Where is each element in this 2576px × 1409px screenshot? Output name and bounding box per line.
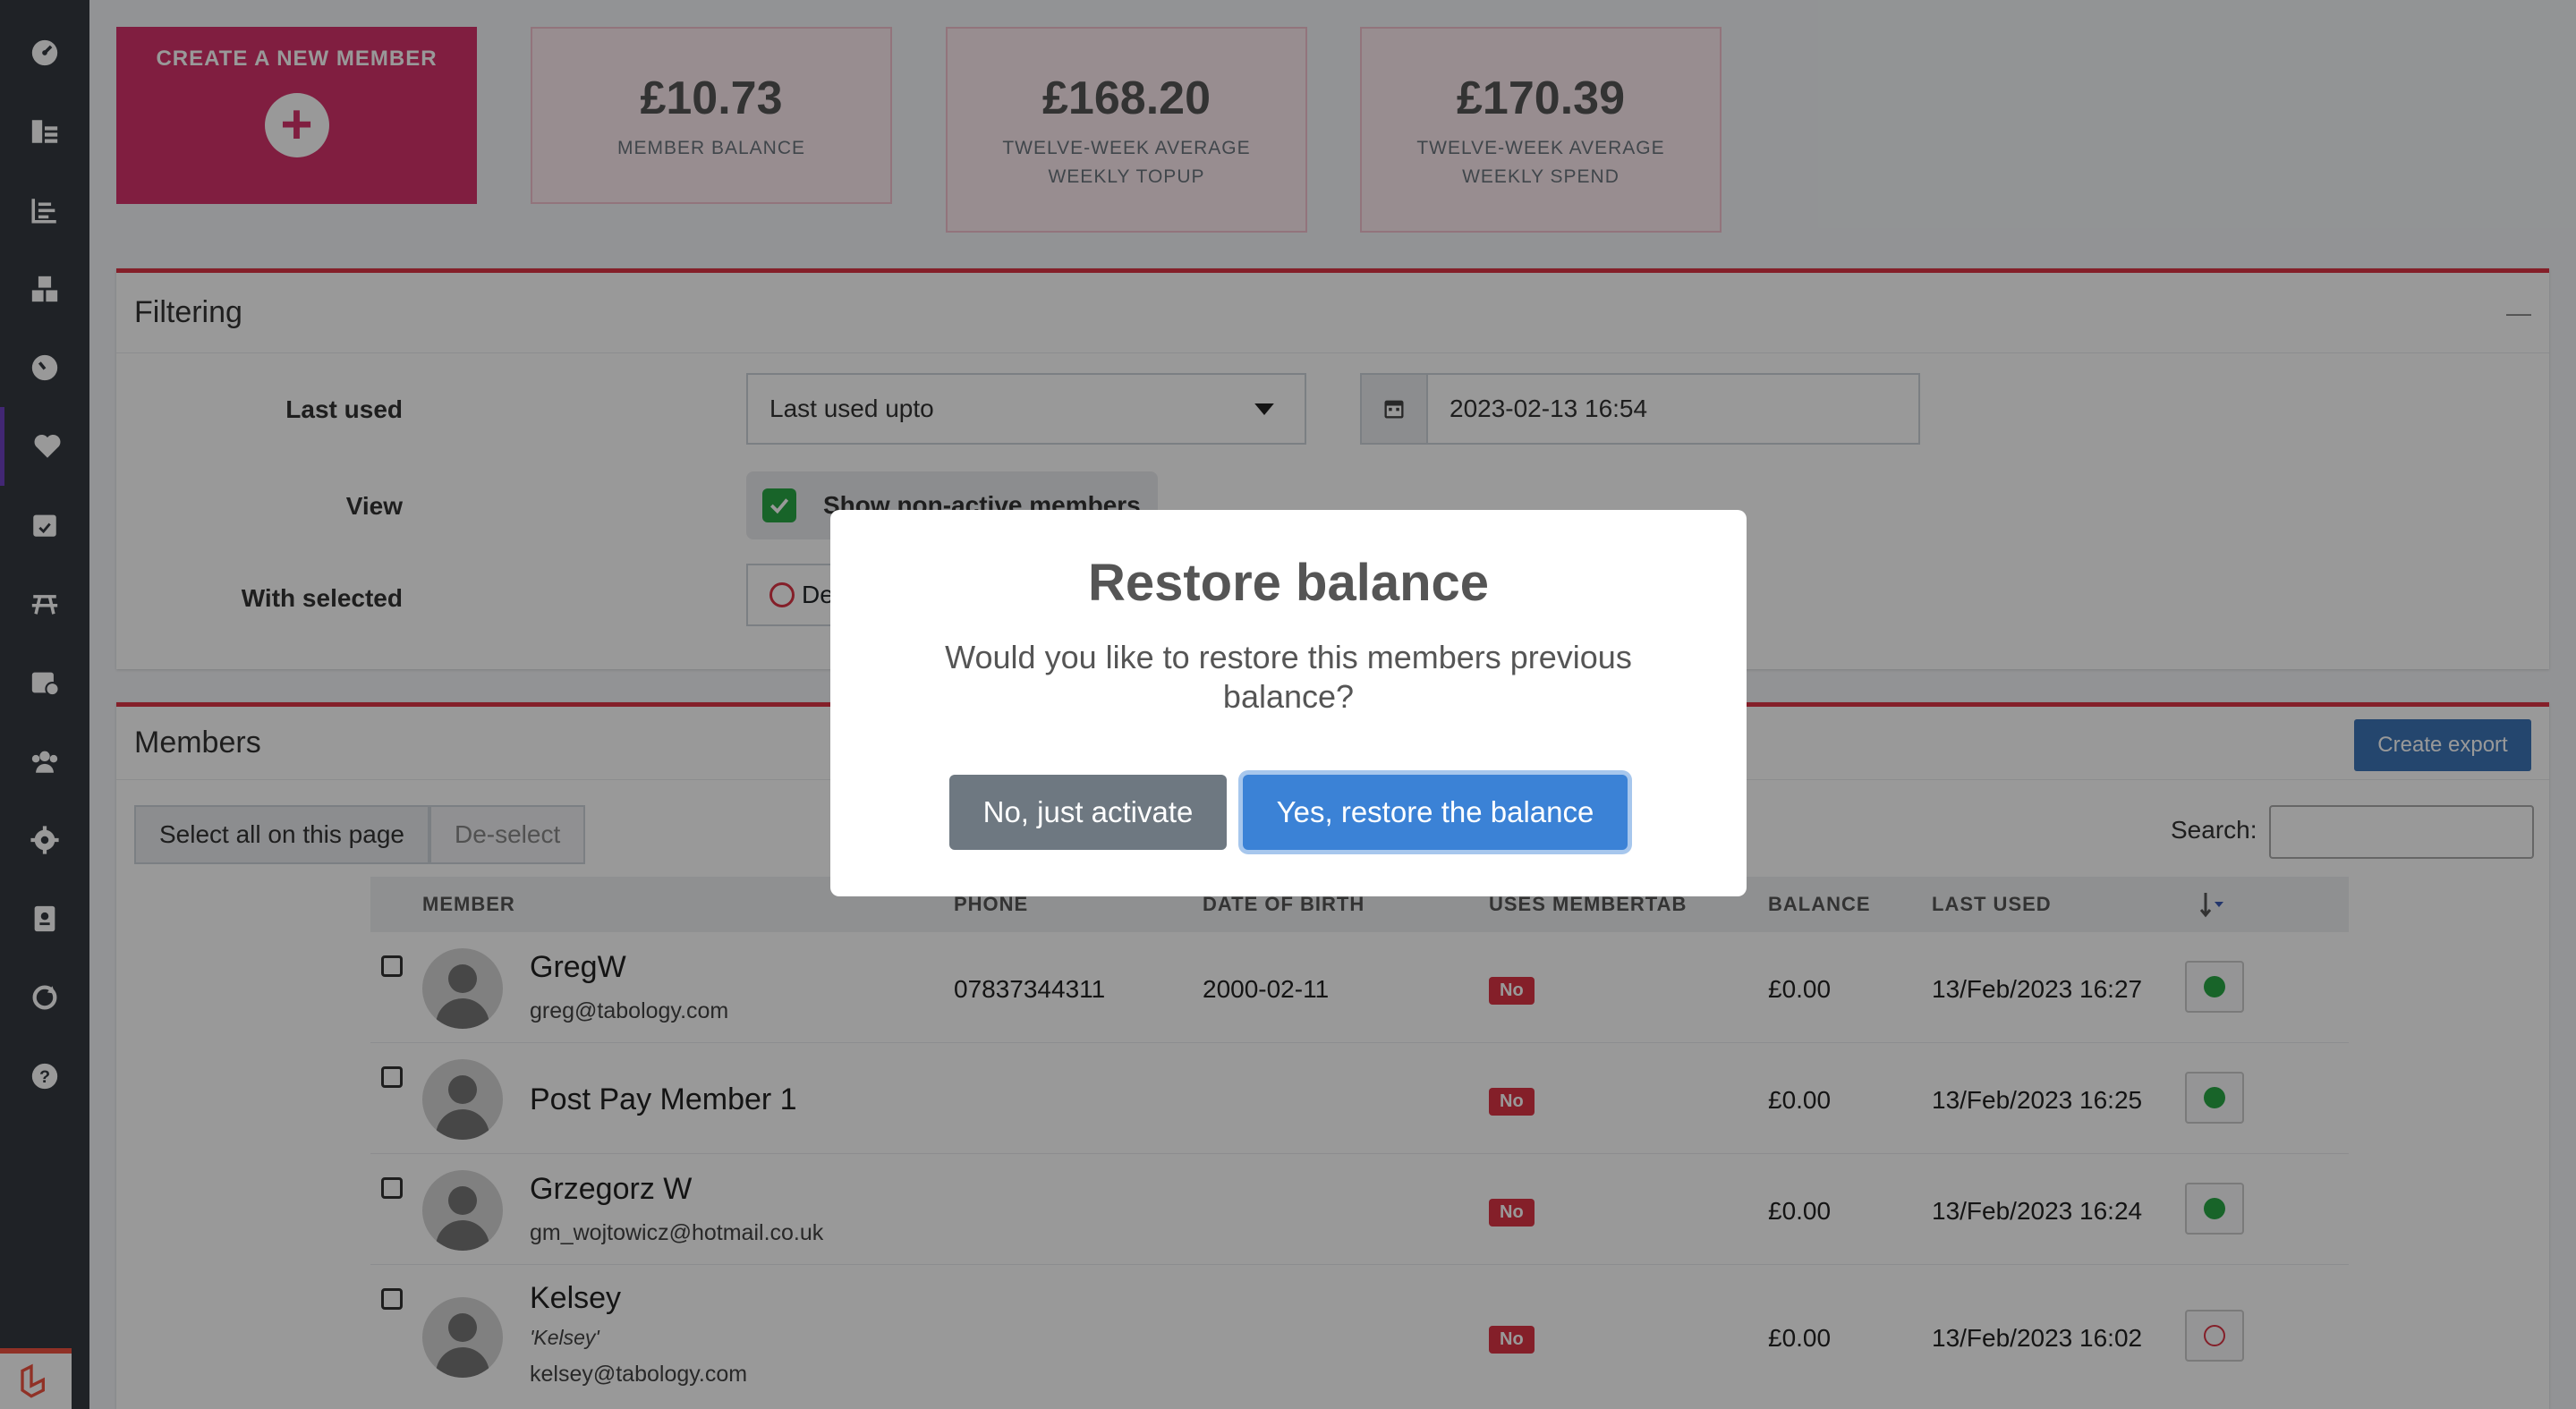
restore-balance-dialog: Restore balance Would you like to restor…: [830, 510, 1747, 896]
dialog-actions: No, just activate Yes, restore the balan…: [830, 775, 1747, 850]
dialog-title: Restore balance: [1087, 554, 1490, 612]
dialog-message: Would you like to restore this members p…: [945, 639, 1632, 715]
restore-balance-button[interactable]: Yes, restore the balance: [1243, 775, 1628, 850]
just-activate-button[interactable]: No, just activate: [949, 775, 1227, 850]
